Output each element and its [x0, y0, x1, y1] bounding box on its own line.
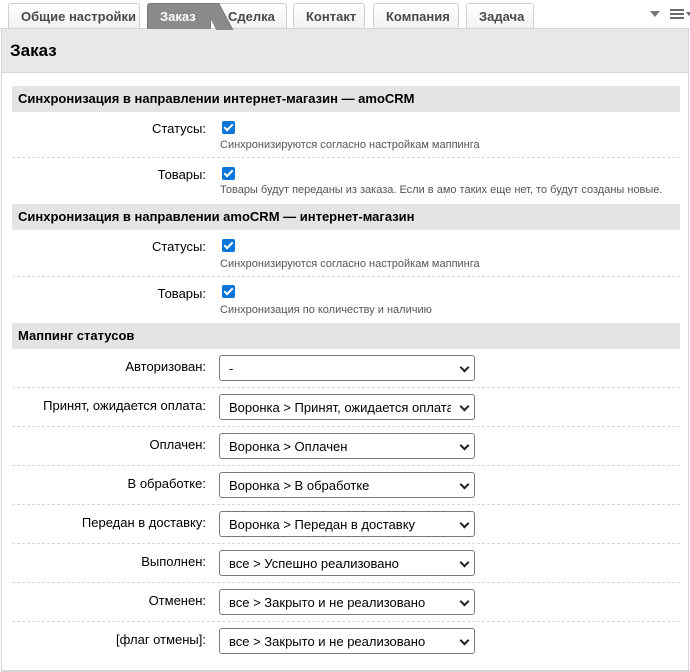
- chevron-down-icon: [459, 440, 470, 451]
- mapping-label-cancel-flag: [флаг отмены]:: [115, 632, 206, 647]
- mapping-select-authorized[interactable]: -: [219, 355, 475, 381]
- row-divider: [12, 426, 680, 427]
- chevron-down-icon[interactable]: [650, 11, 660, 17]
- mapping-select-accepted[interactable]: Воронка > Принят, ожидается оплата: [219, 394, 475, 420]
- goods-label: Товары:: [157, 286, 206, 301]
- tab-bar: Общие настройки Заказ Сделка Контакт Ком…: [0, 0, 690, 29]
- mapping-label-processing: В обработке:: [127, 476, 206, 491]
- statuses-hint: Синхронизируются согласно настройкам мап…: [220, 139, 480, 151]
- tab-order[interactable]: Заказ: [147, 3, 211, 29]
- mapping-select-completed[interactable]: все > Успешно реализовано: [219, 550, 475, 576]
- mapping-select-cancel-flag[interactable]: все > Закрыто и не реализовано: [219, 628, 475, 654]
- chevron-down-icon: [459, 635, 470, 646]
- statuses-label: Статусы:: [151, 239, 206, 254]
- mapping-select-paid[interactable]: Воронка > Оплачен: [219, 433, 475, 459]
- row-divider: [12, 621, 680, 622]
- row-divider: [12, 504, 680, 505]
- row-divider: [12, 276, 680, 277]
- statuses-label: Статусы:: [151, 121, 206, 136]
- chevron-down-icon: [459, 596, 470, 607]
- statuses-checkbox[interactable]: [222, 121, 235, 134]
- row-divider: [12, 157, 680, 158]
- section-header-shop-to-crm: Синхронизация в направлении интернет-маг…: [12, 86, 680, 112]
- row-divider: [12, 465, 680, 466]
- tab-task[interactable]: Задача: [466, 3, 534, 29]
- mapping-select-cancelled[interactable]: все > Закрыто и не реализовано: [219, 589, 475, 615]
- menu-icon[interactable]: [670, 5, 690, 23]
- goods-checkbox[interactable]: [222, 167, 235, 180]
- tab-general-settings[interactable]: Общие настройки: [8, 3, 140, 29]
- row-divider: [12, 582, 680, 583]
- mapping-label-completed: Выполнен:: [141, 554, 206, 569]
- statuses-hint: Синхронизируются согласно настройкам мап…: [220, 258, 480, 270]
- chevron-down-icon: [459, 557, 470, 568]
- chevron-down-icon: [459, 401, 470, 412]
- chevron-down-icon: [459, 362, 470, 373]
- mapping-select-processing[interactable]: Воронка > В обработке: [219, 472, 475, 498]
- mapping-label-cancelled: Отменен:: [148, 593, 206, 608]
- row-divider: [12, 387, 680, 388]
- mapping-label-paid: Оплачен:: [149, 437, 206, 452]
- statuses-checkbox[interactable]: [222, 239, 235, 252]
- mapping-select-shipped[interactable]: Воронка > Передан в доставку: [219, 511, 475, 537]
- goods-label: Товары:: [157, 167, 206, 182]
- settings-panel: Заказ Синхронизация в направлении интерн…: [1, 29, 690, 672]
- chevron-down-icon: [459, 518, 470, 529]
- goods-hint: Товары будут переданы из заказа. Если в …: [220, 184, 663, 196]
- section-header-crm-to-shop: Синхронизация в направлении amoCRM — инт…: [12, 204, 680, 230]
- chevron-down-icon: [459, 479, 470, 490]
- mapping-label-shipped: Передан в доставку:: [81, 515, 206, 530]
- mapping-label-accepted: Принят, ожидается оплата:: [43, 398, 206, 413]
- row-divider: [12, 543, 680, 544]
- tab-company[interactable]: Компания: [373, 3, 459, 29]
- page-title: Заказ: [10, 41, 57, 60]
- goods-checkbox[interactable]: [222, 285, 235, 298]
- mapping-label-authorized: Авторизован:: [125, 359, 206, 374]
- page-header: Заказ: [2, 29, 688, 73]
- section-header-status-mapping: Маппинг статусов: [12, 323, 680, 349]
- goods-hint: Синхронизация по количеству и наличию: [220, 304, 432, 316]
- tab-contact[interactable]: Контакт: [293, 3, 365, 29]
